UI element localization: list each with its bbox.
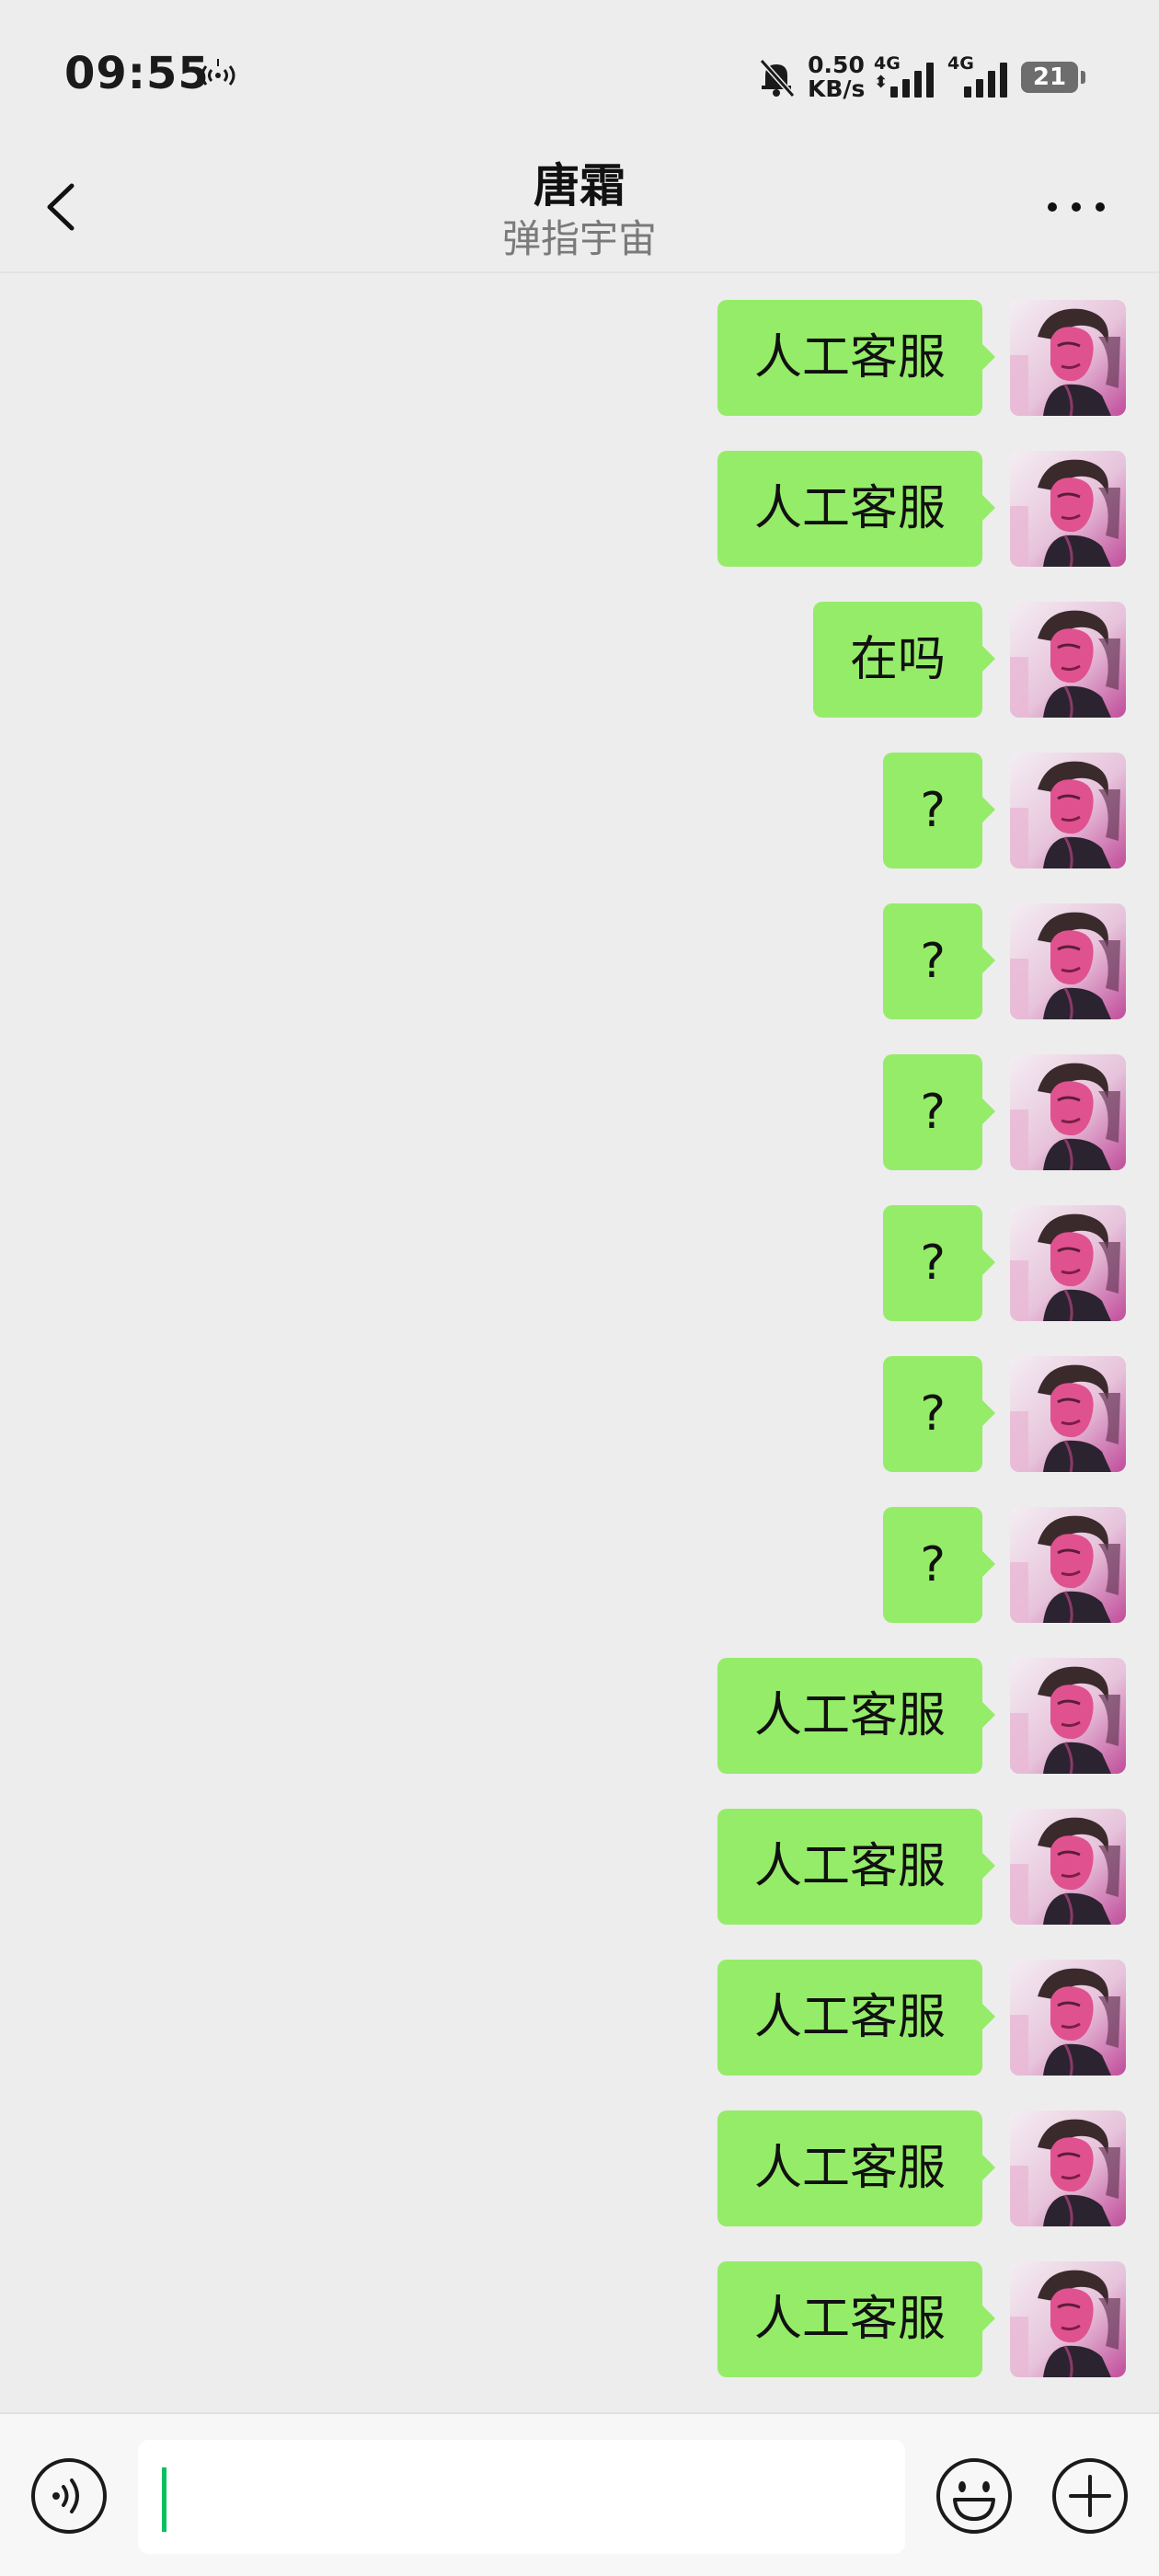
avatar[interactable] [1010, 1960, 1126, 2076]
hotspot-icon [201, 59, 235, 86]
message-bubble[interactable]: 人工客服 [717, 1809, 996, 1925]
message-bubble[interactable]: 人工客服 [717, 2261, 996, 2377]
message-row: ? [883, 903, 1126, 1019]
message-list[interactable]: 人工客服 人工客服 在吗?????? 人工客服 人工客服 人工客服 人工客服 人工客服 [0, 276, 1159, 2410]
signal-icon [890, 63, 934, 98]
plus-icon[interactable] [1050, 2456, 1130, 2536]
text-caret [162, 2467, 166, 2532]
net-speed-unit: KB/s [808, 75, 866, 102]
avatar[interactable] [1010, 1658, 1126, 1774]
message-bubble[interactable]: ? [883, 1356, 995, 1472]
message-bubble[interactable]: ? [883, 1205, 995, 1321]
avatar[interactable] [1010, 1809, 1126, 1925]
message-row: 人工客服 [717, 2261, 1126, 2377]
avatar[interactable] [1010, 2261, 1126, 2377]
message-bubble[interactable]: ? [883, 903, 995, 1019]
chat-header: 唐霜 弹指宇宙 [0, 138, 1159, 273]
avatar[interactable] [1010, 903, 1126, 1019]
data-arrows-icon: ⬍ [874, 73, 889, 92]
message-row: 人工客服 [717, 1658, 1126, 1774]
chat-subtitle: 弹指宇宙 [501, 216, 657, 261]
message-row: ? [883, 1356, 1126, 1472]
message-bubble[interactable]: ? [883, 753, 995, 868]
avatar[interactable] [1010, 451, 1126, 567]
status-time: 09:55 [64, 48, 210, 99]
net-speed-value: 0.50 [808, 52, 865, 78]
battery-tip [1081, 71, 1085, 84]
message-row: 在吗 [812, 602, 1126, 718]
battery-icon: 21 [1021, 62, 1078, 93]
message-row: 人工客服 [717, 300, 1126, 416]
message-bubble[interactable]: 人工客服 [717, 2110, 996, 2226]
message-input[interactable] [138, 2440, 905, 2554]
avatar[interactable] [1010, 1205, 1126, 1321]
avatar[interactable] [1010, 300, 1126, 416]
chat-title: 唐霜 [534, 159, 625, 213]
chat-screen: 09:55 0.50 KB/s 4G ⬍ 4G 21 唐霜 弹指宇宙 人工客服 … [0, 0, 1159, 2576]
message-row: ? [883, 1205, 1126, 1321]
message-row: 人工客服 [717, 2110, 1126, 2226]
message-row: 人工客服 [717, 451, 1126, 567]
message-row: 人工客服 [717, 1809, 1126, 1925]
message-row: ? [883, 1054, 1126, 1170]
signal-2: 4G [947, 53, 1021, 99]
mute-icon [759, 58, 796, 98]
message-bubble[interactable]: 人工客服 [717, 300, 996, 416]
avatar[interactable] [1010, 1054, 1126, 1170]
back-icon[interactable] [37, 175, 92, 239]
message-row: 人工客服 [717, 1960, 1126, 2076]
avatar[interactable] [1010, 753, 1126, 868]
signal-1: 4G ⬍ [874, 53, 947, 99]
message-row: ? [883, 1507, 1126, 1623]
net-speed: 0.50 KB/s [808, 53, 865, 101]
avatar[interactable] [1010, 1356, 1126, 1472]
signal-icon [964, 63, 1007, 98]
message-bubble[interactable]: 人工客服 [717, 1658, 996, 1774]
message-bubble[interactable]: ? [883, 1507, 995, 1623]
input-bar [0, 2412, 1159, 2576]
emoji-icon[interactable] [935, 2456, 1014, 2536]
avatar[interactable] [1010, 2110, 1126, 2226]
status-bar: 09:55 0.50 KB/s 4G ⬍ 4G 21 [0, 0, 1159, 138]
message-bubble[interactable]: 人工客服 [717, 451, 996, 567]
more-icon[interactable] [1039, 193, 1113, 221]
message-bubble[interactable]: 人工客服 [717, 1960, 996, 2076]
message-bubble[interactable]: 在吗 [812, 602, 996, 718]
avatar[interactable] [1010, 602, 1126, 718]
message-bubble[interactable]: ? [883, 1054, 995, 1170]
message-row: ? [883, 753, 1126, 868]
voice-icon[interactable] [29, 2456, 109, 2536]
avatar[interactable] [1010, 1507, 1126, 1623]
